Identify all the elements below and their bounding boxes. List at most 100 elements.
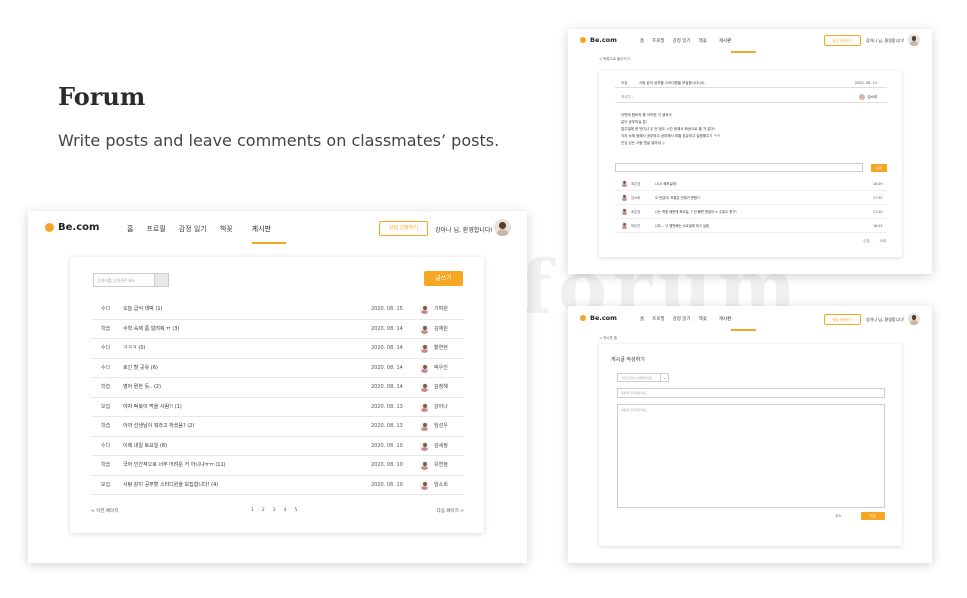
hero-subtitle: Write posts and leave comments on classm… — [58, 131, 500, 150]
apply-counseling-button[interactable]: 상담 신청하기 — [824, 314, 861, 325]
write-title: 게시글 작성하기 — [611, 357, 645, 363]
write-post-window: Be.com 홈 프로필 감정 일기 책꽂 게시판 상담 신청하기 강아나 님,… — [568, 306, 932, 563]
table-row[interactable]: 수다 이제 내일 토요일 (8) 2020. 08. 10 김세정 — [91, 437, 464, 456]
title-input[interactable]: 제목을 입력해주세요 — [617, 388, 885, 398]
next-page-link[interactable]: 다음 페이지 > — [437, 508, 464, 514]
post-header: 모집 사탕 같이 공부할 스터디원을 모집합니다!(4) 2020. 08. 1… — [615, 79, 887, 88]
post-detail-window: Be.com 홈 프로필 감정 일기 책꽂 게시판 상담 신청하기 강아나 님,… — [568, 29, 932, 274]
menu-diary[interactable]: 감정 일기 — [673, 316, 691, 322]
post-list-card: 검색어를 입력해주세요 글쓰기 수다 오늘 급식 대박 (1) 2020. 08. … — [70, 257, 484, 533]
menu-bookshelf[interactable]: 책꽂 — [699, 38, 707, 44]
page-2[interactable]: 2 — [262, 508, 265, 513]
post-body-line: 각자 숙제 정해서 공부하고 공부해서 퍼즐 공유하고 설명해주기 ㅋㅋ — [621, 134, 721, 138]
table-row[interactable]: 학습 국어 인간적으로 너무 어려운 거 아니냐ㅠㅠ (11) 2020. 08. … — [91, 456, 464, 476]
menu-home[interactable]: 홈 — [640, 38, 644, 44]
user-avatar[interactable] — [908, 34, 920, 46]
commenter-name: 임소희 — [631, 196, 641, 200]
logo[interactable]: Be.com — [580, 36, 617, 44]
author-avatar — [420, 480, 429, 490]
table-row[interactable]: 모집 사탕 같이 공부할 스터디원을 모집합니다! (4) 2020. 08. 10… — [91, 476, 464, 495]
menu-profile[interactable]: 프로필 — [652, 316, 664, 322]
table-row[interactable]: 수다 오늘 급식 대박 (1) 2020. 08. 15 기여원 — [91, 300, 464, 320]
author-avatar — [420, 422, 429, 431]
post-category: 모집 — [621, 81, 628, 85]
menu-board[interactable]: 게시판 — [252, 224, 271, 234]
apply-counseling-button[interactable]: 상담 신청하기 — [379, 221, 428, 236]
post-author: 기여원 — [434, 306, 448, 312]
post-date: 2020. 08. 13 — [371, 403, 403, 410]
table-row[interactable]: 학습 영어 뭔한 듯.. (2) 2020. 08. 14 김정혜 — [91, 378, 464, 398]
user-avatar[interactable] — [494, 219, 511, 236]
post-author: 김세정 — [434, 442, 448, 449]
post-title[interactable]: 국어 인간적으로 너무 어려운 거 아니냐ㅠㅠ (11) — [123, 456, 226, 475]
comment-submit-button[interactable]: 등록 — [871, 164, 887, 172]
post-author: 강아나 — [434, 403, 448, 410]
menu-bookshelf[interactable]: 책꽂 — [699, 316, 707, 322]
back-to-list-link[interactable]: < 목록으로 돌아가기 — [599, 57, 630, 62]
post-category: 모집 — [101, 403, 111, 410]
post-title[interactable]: 오늘 급식 대박 (1) — [123, 300, 162, 319]
post-title[interactable]: 이제 내일 토요일 (8) — [123, 437, 167, 456]
logo[interactable]: Be.com — [580, 314, 617, 322]
menu-board[interactable]: 게시판 — [719, 316, 731, 322]
edit-post-button[interactable]: 수정 — [863, 239, 869, 244]
menu-board[interactable]: 게시판 — [719, 38, 731, 44]
author-avatar — [420, 324, 429, 334]
post-author: 임소희 — [434, 481, 448, 488]
user-avatar[interactable] — [908, 313, 920, 325]
page-5[interactable]: 5 — [295, 508, 298, 513]
comment-time: 16:55 — [873, 224, 883, 228]
comment-input[interactable] — [615, 163, 863, 172]
menu-bookshelf[interactable]: 책꽂 — [220, 224, 233, 234]
comment-time: 18:49 — [873, 182, 883, 186]
commenter-avatar — [621, 208, 628, 215]
table-row[interactable]: 학습 아까 선생님이 뭐라고 하셨음? (2) 2020. 08. 13 임성우 — [91, 417, 464, 437]
write-post-button[interactable]: 글쓰기 — [424, 271, 463, 286]
post-title[interactable]: 수학 숙제 좀 알려줘 ㅠ (3) — [123, 320, 179, 339]
commenter-name: 조은영 — [631, 182, 641, 186]
page-1[interactable]: 1 — [251, 508, 254, 513]
delete-post-button[interactable]: 삭제 — [880, 239, 886, 244]
post-title[interactable]: 사탕 같이 공부할 스터디원을 모집합니다! (4) — [123, 476, 218, 495]
table-row[interactable]: 학습 수학 숙제 좀 알려줘 ㅠ (3) 2020. 08. 14 김재원 — [91, 320, 464, 339]
page-4[interactable]: 4 — [284, 508, 287, 513]
greeting-text: 강아나 님, 환영합니다! — [866, 317, 905, 322]
active-tab-indicator — [731, 329, 756, 331]
prev-page-link[interactable]: < 이전 페이지 — [91, 508, 118, 514]
post-title[interactable]: 로긴 할 곳유 (6) — [123, 359, 158, 378]
menu-home[interactable]: 홈 — [640, 316, 644, 322]
table-row[interactable]: 수다 로긴 할 곳유 (6) 2020. 08. 14 박우진 — [91, 359, 464, 378]
submit-post-button[interactable]: 작성 — [861, 512, 885, 520]
table-row[interactable]: 수다 ㅋㅋㅋ (0) 2020. 08. 14 황연현 — [91, 339, 464, 359]
table-row[interactable]: 모집 야자 떡볶이 먹을 사람!! (1) 2020. 08. 13 강아나 — [91, 398, 464, 417]
post-body-line: 일주일에 한 번이나 두 번 정도 시간 정해서 화상으로 할 거 같아! — [621, 127, 716, 131]
post-date: 2020. 08. 15 — [371, 306, 403, 312]
menu-profile[interactable]: 프로필 — [146, 224, 165, 234]
post-body-line: 관심 있는 사람 댓글 달아줘 :) — [621, 141, 665, 145]
cancel-button[interactable]: 취소 — [835, 514, 841, 519]
post-title[interactable]: 아까 선생님이 뭐라고 하셨음? (2) — [123, 417, 194, 436]
post-detail-card: 모집 사탕 같이 공부할 스터디원을 모집합니다!(4) 2020. 08. 1… — [599, 71, 902, 257]
commenter-name: 박우진 — [631, 224, 641, 228]
post-author: 유연정 — [434, 462, 448, 468]
menu-home[interactable]: 홈 — [127, 224, 133, 234]
author-avatar — [420, 461, 429, 470]
main-menu: 홈 프로필 감정 일기 책꽂 게시판 — [640, 38, 731, 44]
page-3[interactable]: 3 — [273, 508, 276, 513]
logo[interactable]: Be.com — [45, 222, 99, 233]
main-menu: 홈 프로필 감정 일기 책꽂 게시판 — [640, 316, 731, 322]
commenter-avatar — [621, 194, 628, 201]
chevron-down-icon[interactable]: ⌄ — [660, 373, 669, 382]
post-date: 2020. 08. 10 — [371, 481, 403, 488]
post-title[interactable]: ㅋㅋㅋ (0) — [123, 339, 145, 358]
search-button[interactable] — [154, 273, 169, 287]
post-date: 2020. 08. 14 — [371, 364, 403, 371]
post-title[interactable]: 영어 뭔한 듯.. (2) — [123, 378, 161, 397]
menu-diary[interactable]: 감정 일기 — [673, 38, 691, 44]
back-to-board-link[interactable]: < 게시판 홈 — [599, 336, 617, 341]
post-title[interactable]: 야자 떡볶이 먹을 사람!! (1) — [123, 398, 182, 417]
content-textarea[interactable]: 내용을 입력해주세요 — [617, 404, 885, 508]
menu-diary[interactable]: 감정 일기 — [179, 224, 207, 234]
menu-profile[interactable]: 프로필 — [652, 38, 664, 44]
apply-counseling-button[interactable]: 상담 신청하기 — [824, 35, 861, 46]
